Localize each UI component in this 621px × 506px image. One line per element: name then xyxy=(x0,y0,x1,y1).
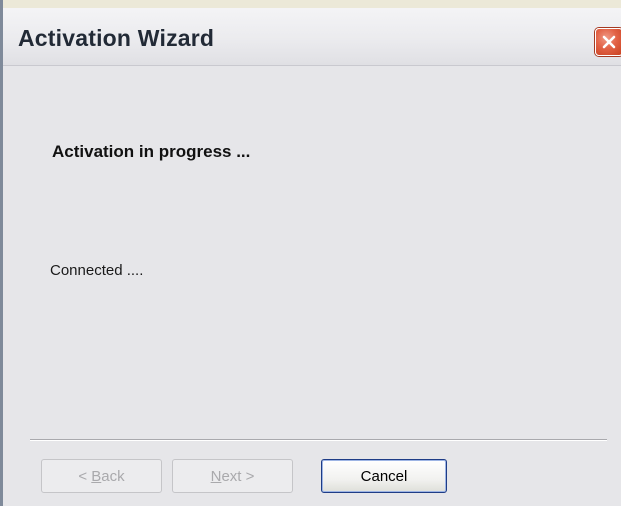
back-button-label: ack xyxy=(101,467,125,485)
title-bar[interactable]: Activation Wizard xyxy=(3,8,621,66)
activation-wizard-window: Activation Wizard Activation in progress… xyxy=(0,0,621,506)
back-button-prefix: < xyxy=(78,467,92,485)
next-button[interactable]: Next > xyxy=(172,459,293,493)
button-separator xyxy=(30,439,607,441)
cancel-button-label: Cancel xyxy=(360,467,408,485)
window-title: Activation Wizard xyxy=(18,25,215,51)
connection-status: Connected .... xyxy=(50,262,144,279)
cancel-button[interactable]: Cancel xyxy=(321,459,447,493)
back-button-accelerator: B xyxy=(91,467,102,485)
wizard-content: Activation in progress ... Connected ...… xyxy=(3,66,621,506)
next-button-label: ext > xyxy=(221,467,255,485)
close-button[interactable] xyxy=(595,28,621,56)
next-button-accelerator: N xyxy=(210,467,222,485)
progress-heading: Activation in progress ... xyxy=(52,142,251,161)
back-button[interactable]: < Back xyxy=(41,459,162,493)
close-icon xyxy=(602,35,616,49)
